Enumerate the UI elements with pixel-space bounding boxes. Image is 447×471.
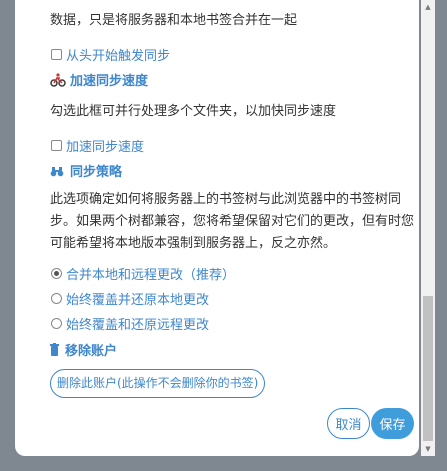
strategy-section-header: 同步策略 <box>50 161 122 180</box>
scroll-down-arrow-icon[interactable]: ▼ <box>421 442 435 456</box>
radio-overwrite-remote-label[interactable]: 始终覆盖和还原远程更改 <box>66 314 209 333</box>
strategy-option-merge[interactable]: 合并本地和远程更改（推荐） <box>51 264 235 283</box>
strategy-description: 此选项确定如何将服务器上的书签树与此浏览器中的书签树同步。如果两个树都兼容，您将… <box>50 192 415 251</box>
strategy-option-overwrite-local[interactable]: 始终覆盖并还原本地更改 <box>51 289 209 308</box>
remove-section-title: 移除账户 <box>65 344 118 359</box>
speed-description: 勾选此框可并行处理多个文件夹，以加快同步速度 <box>50 104 337 119</box>
strategy-option-overwrite-remote[interactable]: 始终覆盖和还原远程更改 <box>51 314 209 333</box>
radio-merge[interactable] <box>51 268 62 279</box>
speed-section-header: 加速同步速度 <box>50 70 148 89</box>
top-text: 数据，只是将服务器和本地书签合并在一起 <box>50 13 298 28</box>
dialog-content: 数据，只是将服务器和本地书签合并在一起 从头开始触发同步 加速同步速度 勾选此框… <box>33 0 419 456</box>
radio-overwrite-local-label[interactable]: 始终覆盖并还原本地更改 <box>66 289 209 308</box>
save-button[interactable]: 保存 <box>371 408 414 439</box>
radio-overwrite-local[interactable] <box>51 293 62 304</box>
remove-account-button[interactable]: 删除此账户(此操作不会删除你的书签) <box>50 369 266 398</box>
sync-settings-dialog: 数据，只是将服务器和本地书签合并在一起 从头开始触发同步 加速同步速度 勾选此框… <box>15 0 419 456</box>
remove-section-header: 移除账户 <box>50 340 117 359</box>
radio-merge-label[interactable]: 合并本地和远程更改（推荐） <box>66 264 235 283</box>
scroll-up-arrow-icon[interactable]: ▲ <box>421 0 435 14</box>
binoculars-icon <box>50 164 64 178</box>
sync-from-scratch-label[interactable]: 从头开始触发同步 <box>66 45 170 64</box>
sync-from-scratch-checkbox[interactable] <box>51 49 62 60</box>
trash-icon <box>50 342 59 357</box>
speed-checkbox-label[interactable]: 加速同步速度 <box>66 136 144 155</box>
speed-checkbox-row[interactable]: 加速同步速度 <box>51 136 144 155</box>
cancel-button[interactable]: 取消 <box>327 408 370 439</box>
bike-icon <box>50 72 66 87</box>
radio-overwrite-remote[interactable] <box>51 318 62 329</box>
strategy-section-title: 同步策略 <box>70 165 123 180</box>
speed-checkbox[interactable] <box>51 140 62 151</box>
scrollbar-thumb[interactable] <box>423 296 433 441</box>
speed-section-title: 加速同步速度 <box>70 74 149 89</box>
sync-from-scratch-row[interactable]: 从头开始触发同步 <box>51 45 170 64</box>
